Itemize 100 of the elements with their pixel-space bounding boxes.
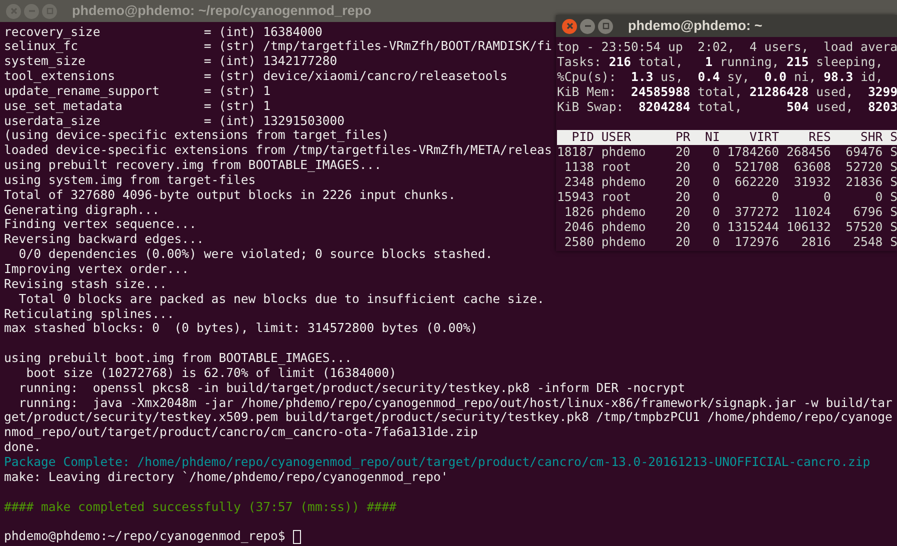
output-line: loaded device-specific extensions from /tmp/targetfiles-VRmZfh/META/releas [4,143,552,158]
table-cell-text: 20 [674,160,690,175]
table-cell-text: 57520 [844,220,883,235]
table-cell-text: 0 [711,175,720,190]
output-line: update_rename_support = (str) 1 [4,84,271,99]
top-summary-line: top - 23:50:54 up 2:02, 4 users, load avera [557,40,897,55]
output-line: userdata_size = (int) 13291503000 [4,114,345,128]
maximize-button[interactable] [598,18,613,34]
output-line: using prebuilt recovery.img from BOOTABLE_IMAGES... [4,158,382,173]
minimize-icon [28,7,36,15]
table-cell-text: 1826 [563,205,594,220]
output-line: Revising stash size... [4,276,167,292]
table-cell-text: 0 [711,235,720,250]
column-header: NI [704,130,720,145]
output-line: (using device-specific extensions from target_files) [4,128,389,144]
table-cell-text: 20 [674,205,690,220]
column-header: S [889,130,897,145]
text-cursor [293,530,302,544]
table-cell-text: S [889,205,897,220]
table-cell-text: 0 [711,160,720,175]
table-cell-text: 106132 [785,220,831,235]
table-cell-text: phdemo [600,145,647,160]
close-icon [10,7,18,15]
table-cell-text: phdemo [600,175,647,190]
column-header: SHR [859,130,883,145]
table-cell-text: S [889,145,897,160]
output-line: nmod_repo/out/target/product/cancro/cm_cancro-ota-7fa6a131de.zip [4,425,478,440]
table-cell-text: 172976 [734,235,780,250]
table-cell-text: 2580 [563,235,594,250]
table-cell-text: 2548 [852,235,883,250]
output-line: system_size = (int) 1342177280 [4,54,338,70]
table-cell-text: 31932 [792,175,831,190]
output-line: Finding vertex sequence... [4,217,196,232]
top-summary-line: KiB Mem: 24585988 total, 21286428 used, 3299 [557,85,897,100]
output-line: get/product/security/testkey.x509.pem build/target/product/security/testkey.pk8 /tmp/tmpbzPCU1 /home/phdemo/repo/cyanoge [4,410,892,426]
table-cell-text: phdemo [600,220,647,235]
top-summary-line: KiB Swap: 8204284 total, 504 used, 8203 [557,100,897,115]
table-cell: 15943 [557,190,594,205]
table-cell-text: 0 [711,220,720,235]
output-line: Reversing backward edges... [4,232,204,248]
top-summary-line: %Cpu(s): 1.3 us, 0.4 sy, 0.0 ni, 98.3 id, [557,70,883,85]
table-cell-text: 2816 [800,235,831,250]
output-line: tool_extensions = (str) device/xiaomi/cancro/releasetools [4,69,508,84]
table-cell-text: S [889,160,897,175]
table-cell-text: 0 [874,190,883,205]
table-cell-text: 662220 [734,175,780,190]
minimize-button[interactable] [580,18,595,34]
table-cell-text: 521708 [734,160,780,175]
output-line: running: java -Xmx2048m -jar /home/phdemo/repo/cyanogenmod_repo/out/host/linux-x86/framework/signapk.jar -w build/tar [18,396,892,410]
table-cell-text: root [600,190,632,205]
table-cell-text: 0 [711,145,720,160]
close-icon [566,22,574,30]
table-cell: 18187 [557,145,594,160]
window-title: phdemo@phdemo: ~/repo/cyanogenmod_repo [72,2,372,20]
output-line: using prebuilt boot.img from BOOTABLE_IMAGES... [4,351,352,366]
table-cell-text: phdemo [600,205,647,220]
minimize-button[interactable] [24,4,39,18]
column-header: VIRT [748,130,780,145]
table-cell-text: phdemo [600,235,647,250]
output-line: max stashed blocks: 0 (0 bytes), limit: 314572800 bytes (0.00%) [4,321,478,336]
table-cell-text: 20 [674,190,690,205]
output-line: recovery_size = (int) 16384000 [4,24,322,40]
minimize-icon [584,22,592,30]
table-cell-text: S [889,190,897,205]
table-cell-text: 2046 [563,220,594,235]
column-header: RES [808,130,831,145]
maximize-icon [46,7,54,15]
table-cell-text: 1315244 [726,220,780,235]
output-line: use_set_metadata = (str) 1 [4,98,271,114]
output-line: make: Leaving directory `/home/phdemo/repo/cyanogenmod_repo' [4,470,448,485]
maximize-button[interactable] [42,4,57,18]
table-cell-text: 0 [822,190,831,205]
output-line: Total 0 blocks are packed as new blocks due to insufficient cache size. [18,292,544,307]
column-header: USER [600,130,632,145]
table-cell-text: 1784260 [726,145,780,160]
table-cell-text: 0 [711,190,720,205]
table-cell-text: 20 [674,145,690,160]
table-cell-text: 268456 [785,145,831,160]
output-line: boot size (10272768) is 62.70% of limit (16384000) [25,366,396,381]
close-button[interactable] [6,4,21,18]
table-cell-text: 69476 [844,145,883,160]
output-line: done. [4,440,42,455]
output-line: Reticulating splines... [4,306,174,322]
output-line: Package Complete: /home/phdemo/repo/cyanogenmod_repo/out/target/product/cancro/cm-13.0-20161213-UNOFFICIAL-cancro.zip [4,454,870,470]
table-cell-text: S [889,220,897,235]
table-cell-text: root [600,160,632,175]
table-cell-text: 20 [674,175,690,190]
table-cell-text: 0 [711,205,720,220]
output-line: Improving vertex order... [4,262,190,277]
output-line: running: openssl pkcs8 -in build/target/product/security/testkey.pk8 -inform DER -nocrypt [18,380,686,396]
column-header: PR [674,130,690,145]
table-cell-text: 2348 [563,175,594,190]
table-cell-text: 377272 [734,205,780,220]
column-header: PID [570,130,594,145]
table-cell-text: 11024 [792,205,831,220]
shell-prompt: phdemo@phdemo:~/repo/cyanogenmod_repo$ [4,529,286,544]
output-line: selinux_fc = (str) /tmp/targetfiles-VRmZfh/BOOT/RAMDISK/fi [4,39,552,54]
maximize-icon [602,22,610,30]
table-cell-text: 20 [674,235,690,250]
close-button[interactable] [562,18,577,34]
